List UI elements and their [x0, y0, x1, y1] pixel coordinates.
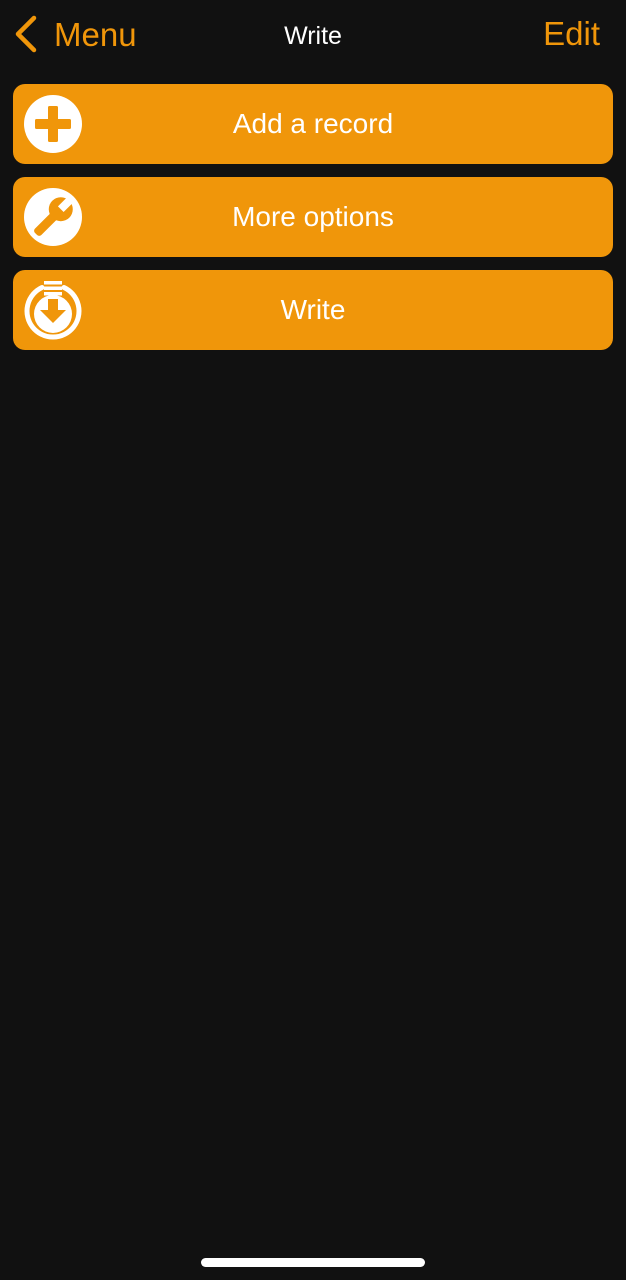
add-record-button[interactable]: Add a record: [13, 84, 613, 164]
more-options-label: More options: [232, 201, 394, 232]
action-list: Add a record More options Write: [13, 84, 613, 363]
page-title: Write: [284, 22, 342, 50]
edit-button[interactable]: Edit: [543, 16, 600, 52]
write-label: Write: [280, 294, 346, 325]
home-indicator[interactable]: [201, 1258, 425, 1267]
navigation-bar: Menu Write Edit: [0, 0, 626, 72]
more-options-button[interactable]: More options: [13, 177, 613, 257]
add-record-label: Add a record: [232, 108, 394, 139]
write-button[interactable]: Write: [13, 270, 613, 350]
